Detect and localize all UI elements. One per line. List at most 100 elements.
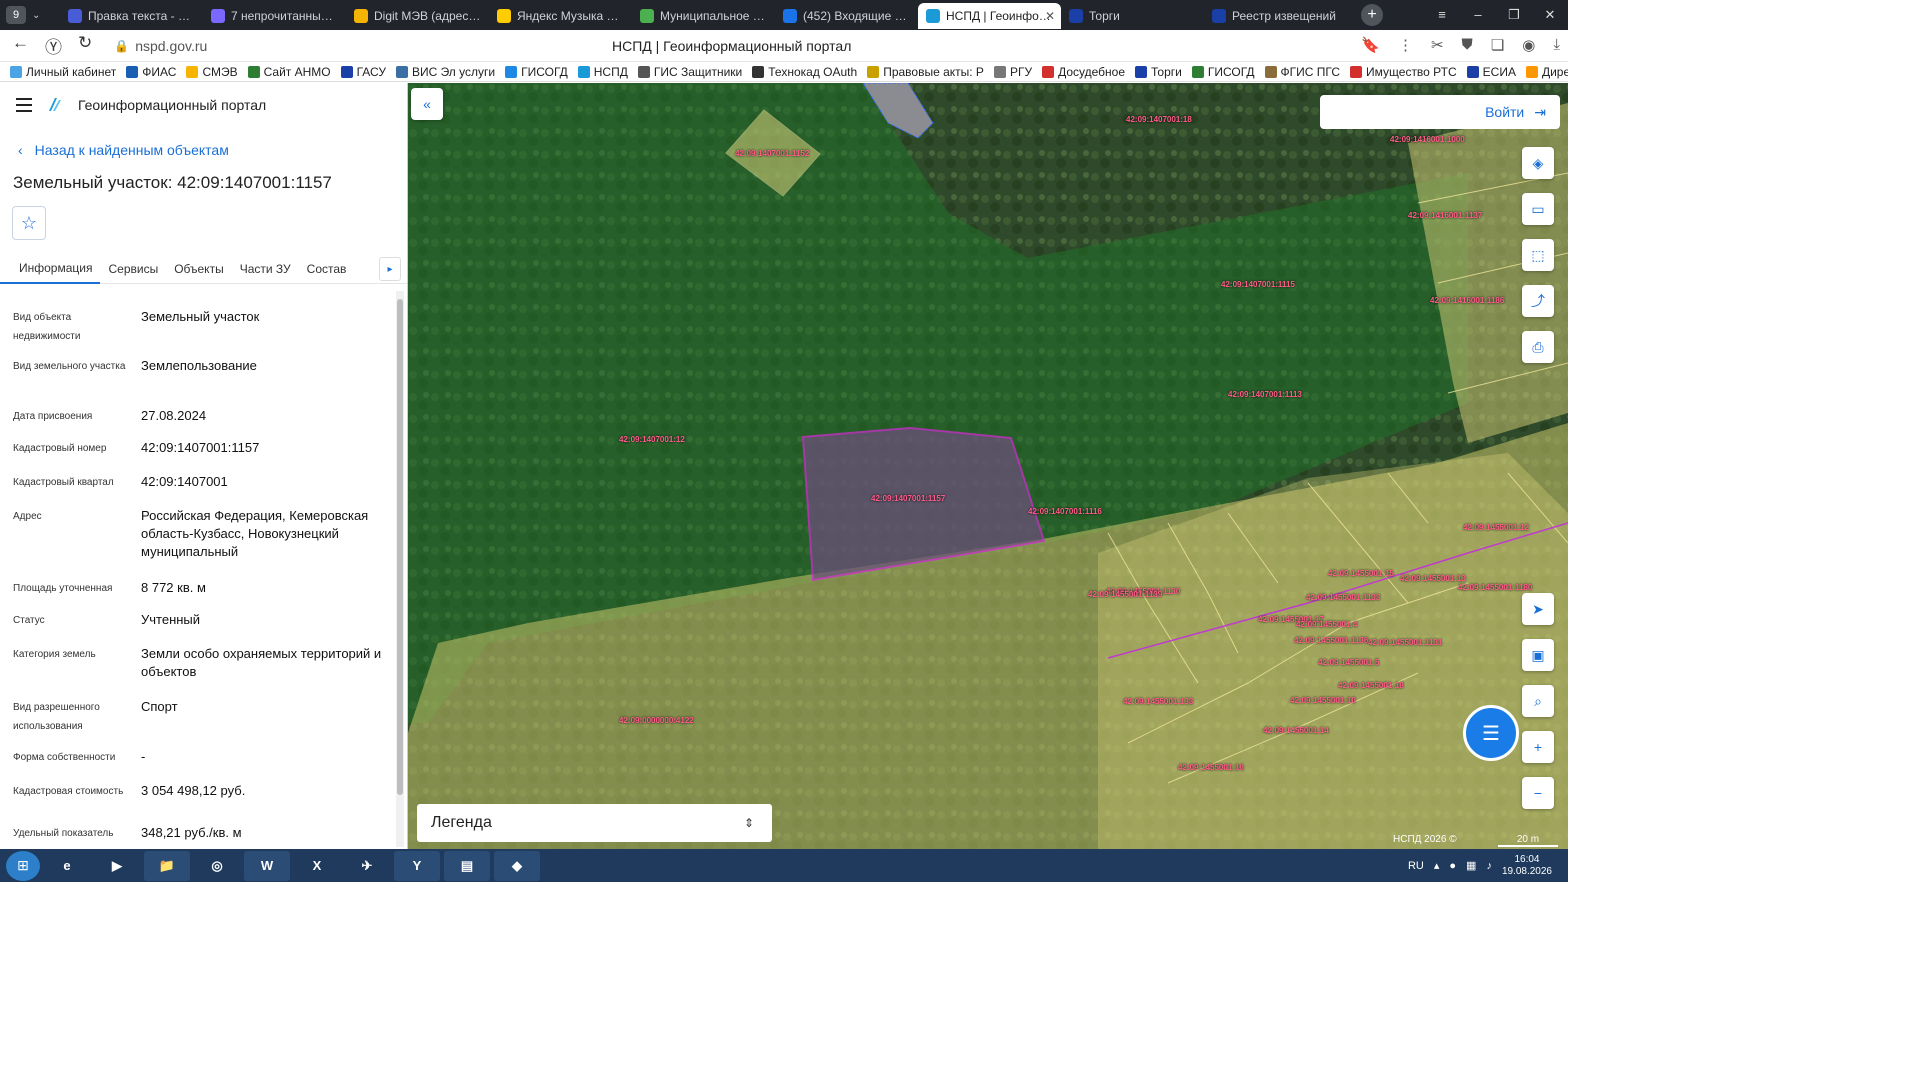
bookmark-item[interactable]: ФИАС: [126, 65, 176, 79]
bookmark-item[interactable]: ГИСОГД: [505, 65, 568, 79]
telegram-icon[interactable]: ✈: [344, 851, 390, 881]
reload-icon[interactable]: ↻: [78, 33, 92, 58]
bookmark-item[interactable]: ГАСУ: [340, 65, 386, 79]
explorer-icon[interactable]: 📁: [144, 850, 190, 881]
panel-tab[interactable]: Части ЗУ: [232, 254, 299, 284]
bookmark-item[interactable]: Досудебное: [1042, 65, 1125, 79]
menu-icon[interactable]: ≡: [1424, 7, 1460, 23]
print-button[interactable]: ⎙: [1522, 331, 1554, 363]
bookmark-item[interactable]: Торги: [1135, 65, 1182, 79]
chrome-icon[interactable]: ◎: [194, 851, 240, 881]
close-tab-icon[interactable]: ✕: [1045, 9, 1055, 23]
bookmark-item[interactable]: Правовые акты: Р: [867, 65, 984, 79]
locate-button[interactable]: ➤: [1522, 593, 1554, 625]
bookmark-item[interactable]: ВИС Эл услуги: [395, 65, 495, 79]
clock[interactable]: 16:04 19.08.2026: [1502, 854, 1552, 878]
bookmark-item[interactable]: ФГИС ПГС: [1264, 65, 1340, 79]
browser-tab[interactable]: Правка текста - Deep: [60, 3, 203, 29]
minimize-button[interactable]: –: [1460, 7, 1496, 23]
panel-tab[interactable]: Состав: [299, 254, 355, 284]
search-location-button[interactable]: ⌕: [1522, 685, 1554, 717]
cadastral-number-label[interactable]: 42:09:1455001:1139: [1088, 590, 1162, 599]
browser-tab[interactable]: Digit МЭВ (адрес тех: [346, 3, 489, 29]
cadastral-number-label[interactable]: 42:09:1455001:14: [1263, 726, 1329, 735]
zoom-in-button[interactable]: +: [1522, 731, 1554, 763]
cadastral-number-label[interactable]: 42:09:1416001:1137: [1408, 211, 1482, 220]
cadastral-number-label[interactable]: 42:09:1407001:1113: [1228, 390, 1302, 399]
share-button[interactable]: ⤴: [1522, 285, 1554, 317]
cadastral-number-label[interactable]: 42:09:1455001:16: [1178, 763, 1244, 772]
folder-icon[interactable]: ▤: [444, 850, 490, 881]
bookmark-item[interactable]: ГИСОГД: [1191, 65, 1255, 79]
close-window-button[interactable]: ✕: [1532, 7, 1568, 23]
cadastral-number-label[interactable]: 42:09:1416001:1186: [1430, 296, 1504, 305]
bookmark-item[interactable]: Имущество РТС: [1350, 65, 1457, 79]
chevron-down-icon[interactable]: ⌄: [32, 10, 40, 21]
app-icon[interactable]: ◆: [494, 850, 540, 881]
antivirus-icon[interactable]: ●: [1449, 860, 1456, 872]
yandex-browser-icon[interactable]: Y: [394, 850, 440, 881]
cadastral-number-label[interactable]: 42:09:1407001:1152: [735, 149, 809, 158]
layers-button[interactable]: ◈: [1522, 147, 1554, 179]
browser-tab[interactable]: НСПД | Геоинформ ✕: [918, 3, 1061, 29]
bookmark-item[interactable]: Директум РХ: [1525, 65, 1568, 79]
extension-icon[interactable]: ✂: [1431, 36, 1444, 54]
cadastral-number-label[interactable]: 42:09:1407001:1157: [871, 494, 945, 503]
browser-tab[interactable]: Реестр извещений: [1204, 3, 1347, 29]
cadastral-number-label[interactable]: 42:09:1455001:5: [1318, 658, 1379, 667]
map-canvas[interactable]: [408, 83, 1568, 849]
bookmark-item[interactable]: ГИС Защитники: [637, 65, 742, 79]
media-player-icon[interactable]: ▶: [94, 851, 140, 881]
collections-icon[interactable]: ❏: [1491, 36, 1504, 54]
ie-icon[interactable]: e: [44, 851, 90, 881]
cadastral-number-label[interactable]: 42:09:1455001:1131: [1368, 638, 1442, 647]
panel-scrollbar[interactable]: [396, 291, 404, 847]
bookmark-item[interactable]: СМЭВ: [186, 65, 238, 79]
cadastral-number-label[interactable]: 42:09:1455001:4: [1296, 620, 1357, 629]
cadastral-number-label[interactable]: 42:09:1455001:18: [1338, 681, 1404, 690]
map-view[interactable]: 42:09:1407001:1152 42:09:1407001:18 42:09:…: [408, 83, 1568, 849]
cadastral-number-label[interactable]: 42:09:1455001:1180: [1458, 583, 1532, 592]
excel-icon[interactable]: X: [294, 851, 340, 881]
cadastral-number-label[interactable]: 42:09:1407001:1115: [1221, 280, 1295, 289]
back-arrow-icon[interactable]: ←: [12, 33, 29, 58]
download-icon[interactable]: ⤓: [1553, 36, 1560, 54]
bookmark-item[interactable]: Сайт АНМО: [247, 65, 331, 79]
protect-icon[interactable]: ⛊: [1462, 36, 1473, 54]
cadastral-number-label[interactable]: 42:09:1455001:133: [1123, 697, 1193, 706]
chat-button[interactable]: ☰: [1463, 705, 1519, 761]
volume-icon[interactable]: ♪: [1486, 860, 1492, 872]
tab-counter[interactable]: 9: [6, 6, 26, 24]
profile-icon[interactable]: ◉: [1522, 36, 1535, 54]
browser-tab[interactable]: 7 непрочитанных чат: [203, 3, 346, 29]
browser-tab[interactable]: Яндекс Музыка — со: [489, 3, 632, 29]
cadastral-number-label[interactable]: 42:09:1455001:15: [1328, 569, 1394, 578]
cadastral-number-label[interactable]: 42:09:1416001:1000: [1390, 135, 1465, 144]
cadastral-number-label[interactable]: 42:09:1455001:1136: [1294, 636, 1368, 645]
browser-tab[interactable]: Торги: [1061, 3, 1204, 29]
bookmark-item[interactable]: Технокад OAuth: [752, 65, 857, 79]
bookmark-item[interactable]: РГУ: [993, 65, 1032, 79]
collapse-panel-button[interactable]: «: [411, 88, 443, 120]
bookmark-item[interactable]: ЕСИА: [1466, 65, 1516, 79]
word-icon[interactable]: W: [244, 850, 290, 881]
restore-button[interactable]: ❐: [1496, 7, 1532, 23]
cadastral-number-label[interactable]: 42:09:1455001:13: [1400, 574, 1466, 583]
cadastral-number-label[interactable]: 42:09:1455001:12: [1463, 523, 1529, 532]
cadastral-number-label[interactable]: 42:09:1455001:10: [1290, 696, 1356, 705]
cadastral-number-label[interactable]: 42:09:1407001:18: [1126, 115, 1192, 124]
cadastral-number-label[interactable]: 42:09:0000000:4122: [619, 716, 694, 725]
yandex-icon[interactable]: Ⓨ: [45, 33, 62, 58]
panel-tab[interactable]: Информация: [0, 254, 101, 284]
cadastral-number-label[interactable]: 42:09:1455001:1133: [1306, 593, 1380, 602]
minimap-button[interactable]: ▣: [1522, 639, 1554, 671]
tray-arrow-icon[interactable]: ▴: [1434, 859, 1440, 872]
tabs-scroll-right-button[interactable]: ▸: [379, 257, 401, 281]
start-button[interactable]: ⊞: [6, 850, 40, 881]
new-tab-button[interactable]: +: [1361, 4, 1383, 26]
hamburger-menu-icon[interactable]: [16, 98, 32, 112]
more-icon[interactable]: ⋮: [1398, 36, 1413, 54]
network-icon[interactable]: ▦: [1466, 859, 1476, 872]
zoom-out-button[interactable]: −: [1522, 777, 1554, 809]
bookmark-item[interactable]: Личный кабинет: [10, 65, 116, 79]
